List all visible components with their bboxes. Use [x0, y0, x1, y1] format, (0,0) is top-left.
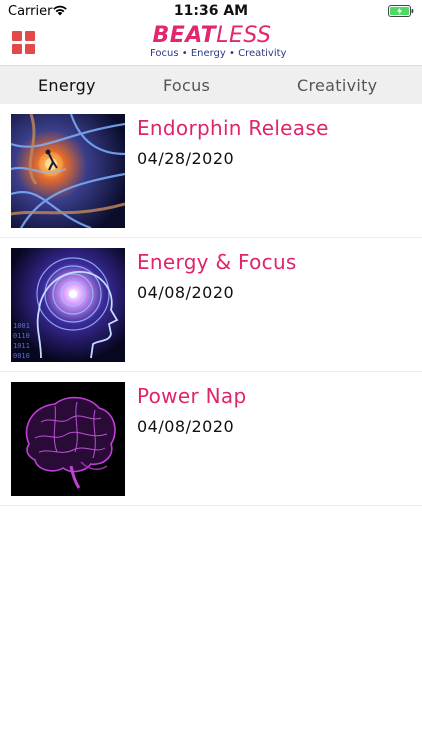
svg-text:1011: 1011 — [13, 342, 30, 350]
item-title: Energy & Focus — [137, 250, 297, 274]
session-list: Endorphin Release 04/28/2020 1001 0110 1… — [0, 104, 422, 506]
grid-menu-icon[interactable] — [12, 31, 36, 55]
logo-tagline: Focus • Energy • Creativity — [150, 48, 287, 59]
tab-creativity[interactable]: Creativity — [297, 76, 377, 95]
app-header: BEATLESS Focus • Energy • Creativity — [0, 22, 422, 66]
purple-brain-image — [11, 382, 125, 496]
logo-beat: BEAT — [152, 23, 217, 48]
neuron-runner-image — [11, 114, 125, 228]
svg-text:0110: 0110 — [13, 332, 30, 340]
logo-less: LESS — [216, 23, 272, 48]
list-item[interactable]: Power Nap 04/08/2020 — [0, 372, 422, 506]
item-title: Endorphin Release — [137, 116, 329, 140]
tab-focus[interactable]: Focus — [163, 76, 210, 95]
category-tab-bar: Energy Focus Creativity — [0, 65, 422, 104]
svg-text:1001: 1001 — [13, 322, 30, 330]
item-date: 04/08/2020 — [137, 417, 235, 436]
beatless-logo: BEATLESS Focus • Energy • Creativity — [150, 24, 287, 62]
item-title: Power Nap — [137, 384, 247, 408]
status-bar: Carrier 11:36 AM — [0, 0, 422, 22]
tab-energy[interactable]: Energy — [38, 76, 96, 95]
digital-head-image: 1001 0110 1011 0010 — [11, 248, 125, 362]
status-time: 11:36 AM — [173, 3, 249, 19]
battery-charging-icon — [388, 5, 414, 17]
item-date: 04/28/2020 — [137, 149, 235, 168]
item-date: 04/08/2020 — [137, 283, 235, 302]
list-item[interactable]: Endorphin Release 04/28/2020 — [0, 104, 422, 238]
list-item[interactable]: 1001 0110 1011 0010 Energy & Focus 04/08… — [0, 238, 422, 372]
logo-wordmark: BEATLESS — [150, 24, 274, 48]
svg-text:0010: 0010 — [13, 352, 30, 360]
